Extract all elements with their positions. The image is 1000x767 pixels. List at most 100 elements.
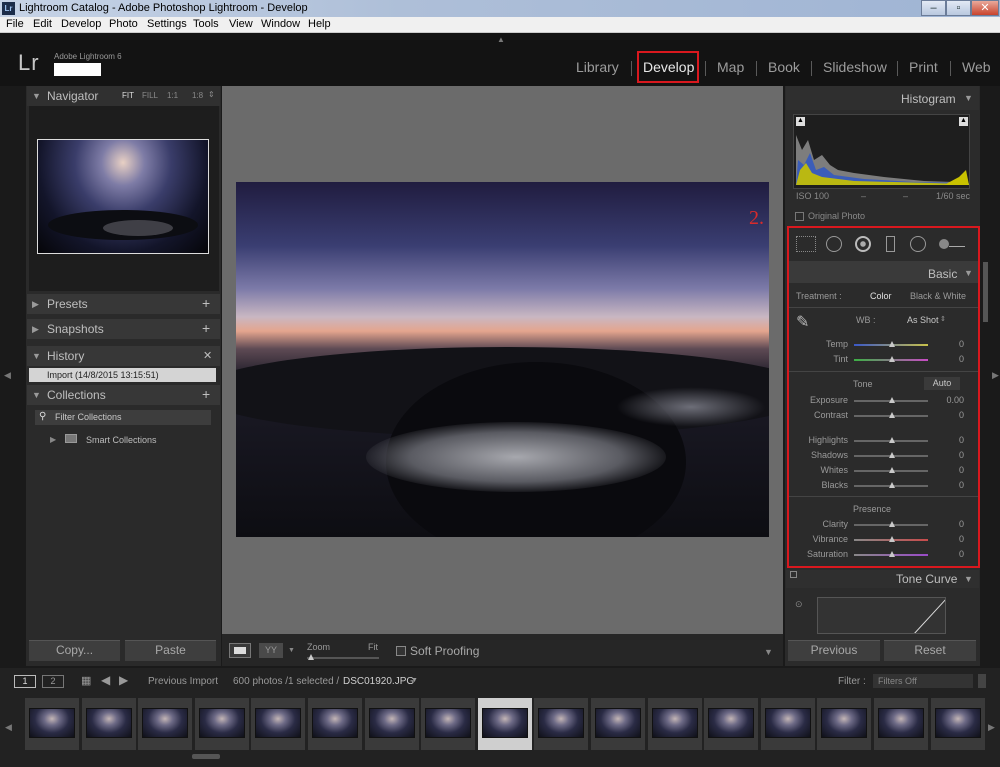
filmstrip-filename[interactable]: DSC01920.JPG [343, 676, 414, 687]
wb-dropdown-icon[interactable]: ⇕ [940, 315, 946, 323]
tint-value[interactable]: 0 [944, 354, 964, 364]
nav-fill[interactable]: FILL [142, 91, 158, 100]
filmstrip-right-icon[interactable]: ▶ [988, 722, 995, 733]
menu-help[interactable]: Help [308, 18, 331, 30]
filmstrip-thumbnail[interactable] [364, 698, 419, 750]
filmstrip-thumbnail[interactable] [817, 698, 872, 750]
filmstrip-thumbnail[interactable] [704, 698, 759, 750]
wb-eyedropper-icon[interactable]: ✎ [796, 312, 822, 338]
collapse-left-icon[interactable]: ◀ [4, 370, 11, 381]
maximize-button[interactable]: ▫ [946, 0, 971, 16]
exposure-slider-thumb[interactable] [889, 397, 895, 403]
menu-tools[interactable]: Tools [193, 18, 219, 30]
original-photo-checkbox[interactable] [795, 212, 804, 221]
filter-collections[interactable]: ⚲ Filter Collections [35, 410, 211, 425]
adjustment-brush-icon[interactable] [939, 239, 967, 249]
filmstrip-thumbnail[interactable] [591, 698, 645, 750]
highlight-clipping-icon[interactable]: ▲ [959, 117, 968, 126]
target-adjust-icon[interactable]: ⊙ [795, 599, 803, 610]
smart-collections-label[interactable]: Smart Collections [86, 435, 157, 445]
spot-removal-icon[interactable] [826, 236, 842, 252]
exposure-value[interactable]: 0.00 [944, 395, 964, 405]
auto-tone-button[interactable]: Auto [924, 377, 960, 390]
forward-arrow-icon[interactable]: ▶ [119, 673, 128, 687]
contrast-value[interactable]: 0 [944, 410, 964, 420]
filmstrip-source[interactable]: Previous Import [148, 676, 218, 687]
collections-header[interactable]: ▼ Collections + [27, 385, 220, 405]
collapse-right-icon[interactable]: ▶ [992, 370, 999, 381]
tone-curve-header[interactable]: Tone Curve ▼ [786, 570, 979, 588]
before-after-dropdown-icon[interactable]: ▼ [288, 647, 295, 654]
radial-filter-icon[interactable] [910, 236, 926, 252]
module-slideshow[interactable]: Slideshow [823, 59, 887, 75]
menu-view[interactable]: View [229, 18, 253, 30]
filmstrip-thumbnail[interactable] [25, 698, 79, 750]
nav-1to8[interactable]: 1:8 [192, 91, 203, 100]
filmstrip-thumbnail[interactable] [421, 698, 476, 750]
tint-slider-thumb[interactable] [889, 356, 895, 362]
loupe-view-icon[interactable] [229, 643, 251, 658]
main-photo[interactable] [236, 182, 769, 537]
panel-toggle-icon[interactable] [790, 571, 797, 578]
minimize-button[interactable]: – [921, 0, 946, 16]
tone-curve-graph[interactable] [817, 597, 946, 634]
shadows-slider-thumb[interactable] [889, 452, 895, 458]
clear-history-icon[interactable]: ✕ [203, 349, 212, 362]
highlights-slider-thumb[interactable] [889, 437, 895, 443]
filmstrip-thumbnail[interactable] [251, 698, 306, 750]
paste-button[interactable]: Paste [125, 640, 216, 661]
module-book[interactable]: Book [768, 59, 800, 75]
history-header[interactable]: ▼ History ✕ [27, 346, 220, 366]
filmstrip-thumbnail[interactable] [308, 698, 362, 750]
filmstrip-thumbnail[interactable] [930, 698, 985, 750]
navigator-header[interactable]: ▼ Navigator FIT FILL 1:1 1:8 ⇕ [27, 86, 220, 106]
filmstrip-thumbnail[interactable] [874, 698, 928, 750]
whites-value[interactable]: 0 [944, 465, 964, 475]
presets-header[interactable]: ▶ Presets + [27, 294, 220, 314]
previous-button[interactable]: Previous [788, 640, 880, 661]
filename-dropdown-icon[interactable]: ▼ [411, 677, 418, 684]
module-print[interactable]: Print [909, 59, 938, 75]
secondary-window-button[interactable]: 2 [42, 675, 64, 688]
menu-develop[interactable]: Develop [61, 18, 101, 30]
reset-button[interactable]: Reset [884, 640, 976, 661]
menu-window[interactable]: Window [261, 18, 300, 30]
before-after-icon[interactable]: YY [259, 643, 283, 658]
menu-settings[interactable]: Settings [147, 18, 187, 30]
soft-proofing-checkbox[interactable] [396, 646, 406, 656]
navigator-preview[interactable] [37, 139, 209, 254]
wb-select[interactable]: As Shot [907, 315, 939, 325]
treatment-bw[interactable]: Black & White [910, 291, 966, 301]
back-arrow-icon[interactable]: ◀ [101, 673, 110, 687]
filmstrip-left-icon[interactable]: ◀ [5, 722, 12, 733]
filmstrip-thumbnail[interactable] [477, 698, 532, 750]
graduated-filter-icon[interactable] [886, 236, 895, 252]
filmstrip-thumbnail[interactable] [194, 698, 249, 750]
menu-file[interactable]: File [6, 18, 24, 30]
nav-1to1[interactable]: 1:1 [167, 91, 178, 100]
filmstrip-thumbnail[interactable] [760, 698, 815, 750]
grid-view-icon[interactable]: ▦ [81, 674, 91, 687]
snapshots-header[interactable]: ▶ Snapshots + [27, 319, 220, 339]
filmstrip-thumbnail[interactable] [81, 698, 136, 750]
saturation-slider-thumb[interactable] [889, 551, 895, 557]
crop-tool-icon[interactable] [796, 236, 816, 252]
zoom-slider[interactable] [307, 657, 379, 659]
saturation-value[interactable]: 0 [944, 549, 964, 559]
primary-window-button[interactable]: 1 [14, 675, 36, 688]
shadow-clipping-icon[interactable]: ▲ [796, 117, 805, 126]
menu-edit[interactable]: Edit [33, 18, 52, 30]
filmstrip-thumbnail[interactable] [534, 698, 589, 750]
clarity-slider-thumb[interactable] [889, 521, 895, 527]
whites-slider-thumb[interactable] [889, 467, 895, 473]
treatment-color[interactable]: Color [870, 291, 892, 301]
highlights-value[interactable]: 0 [944, 435, 964, 445]
add-snapshot-icon[interactable]: + [202, 320, 210, 336]
basic-header[interactable]: Basic ▼ [789, 261, 978, 283]
filmstrip-thumbnail[interactable] [647, 698, 702, 750]
filter-lock-icon[interactable] [978, 674, 986, 688]
red-eye-icon[interactable] [855, 236, 871, 252]
toolbar-menu-icon[interactable]: ▼ [764, 647, 773, 657]
clarity-value[interactable]: 0 [944, 519, 964, 529]
module-library[interactable]: Library [576, 59, 619, 75]
